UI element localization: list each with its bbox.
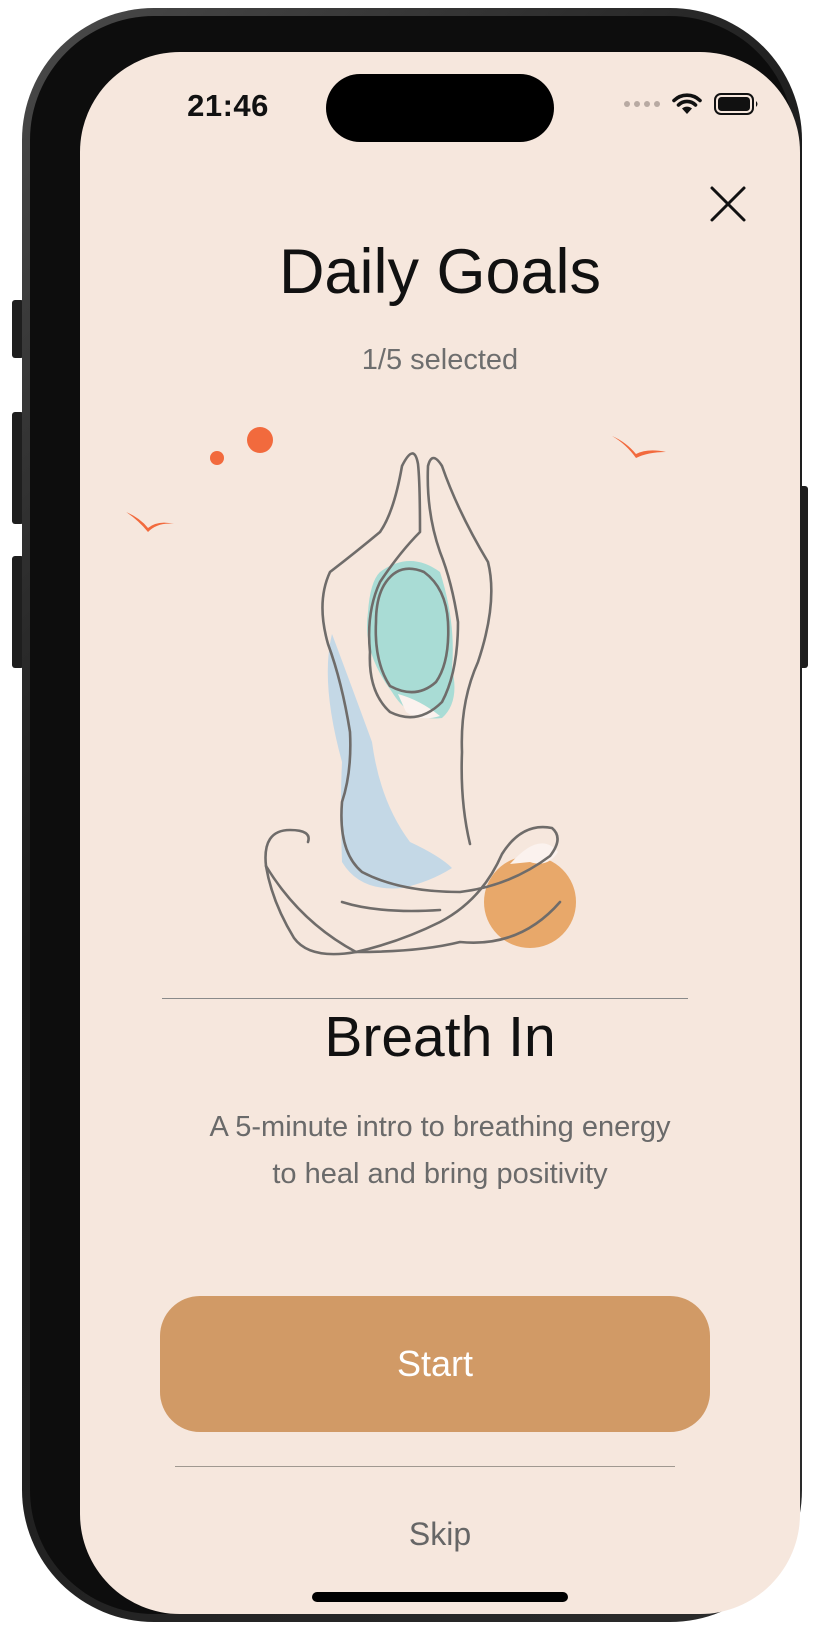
wifi-icon bbox=[672, 93, 702, 114]
start-button[interactable]: Start bbox=[160, 1296, 710, 1432]
battery-icon bbox=[714, 93, 758, 115]
phone-bezel: 21:46 Daily Goals 1/5 selected Breath In… bbox=[30, 16, 800, 1614]
meditation-figure-illustration bbox=[126, 427, 666, 956]
page-title: Daily Goals bbox=[278, 237, 602, 307]
cellular-dots-icon bbox=[624, 101, 660, 107]
divider-top bbox=[162, 998, 688, 999]
home-indicator[interactable] bbox=[312, 1592, 568, 1602]
app-screen: 21:46 Daily Goals 1/5 selected Breath In… bbox=[80, 52, 800, 1614]
session-description-line1: A 5-minute intro to breathing energy bbox=[209, 1111, 671, 1143]
session-description-line2: to heal and bring positivity bbox=[272, 1158, 608, 1190]
phone-frame: 21:46 Daily Goals 1/5 selected Breath In… bbox=[22, 8, 802, 1622]
status-time: 21:46 bbox=[187, 88, 269, 123]
session-description: A 5-minute intro to breathing energy to … bbox=[150, 1104, 730, 1198]
session-title: Breath In bbox=[324, 1005, 556, 1069]
skip-button[interactable]: Skip bbox=[80, 1516, 800, 1553]
dynamic-island bbox=[326, 74, 554, 142]
status-icons bbox=[624, 92, 760, 116]
close-button[interactable] bbox=[704, 180, 752, 228]
selection-count: 1/5 selected bbox=[361, 344, 519, 376]
close-icon bbox=[710, 186, 746, 222]
divider-bottom bbox=[175, 1466, 675, 1467]
birds-decoration bbox=[126, 427, 666, 532]
